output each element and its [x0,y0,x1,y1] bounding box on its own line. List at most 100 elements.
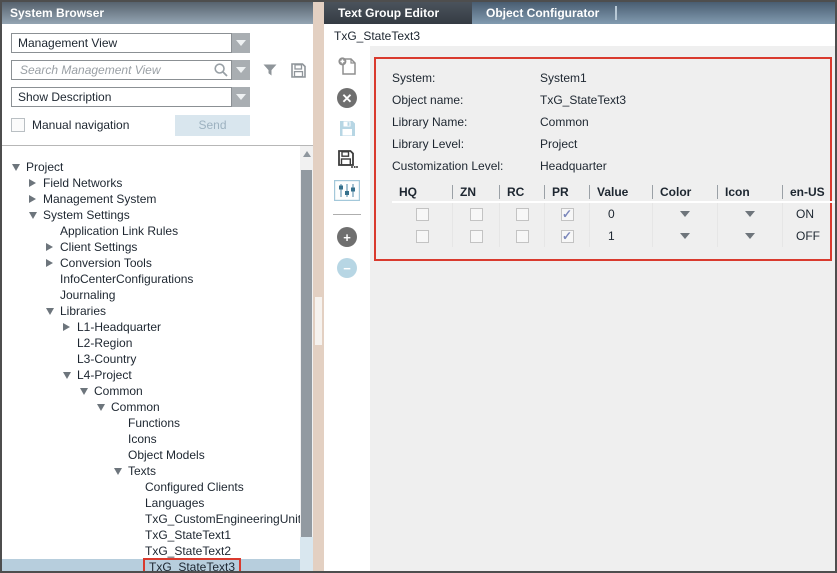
filter-icon[interactable] [262,62,278,78]
tree-item[interactable]: L4-Project [2,367,300,383]
tree-item[interactable]: TxG_StateText2 [2,543,300,559]
tree-item[interactable]: Client Settings [2,239,300,255]
column-header: RC [499,185,544,199]
remove-row-button[interactable]: − [337,258,357,278]
hq-checkbox[interactable] [416,230,429,243]
tree-item[interactable]: Icons [2,431,300,447]
icon-dropdown[interactable] [717,225,782,247]
browser-controls: Management View [2,24,313,136]
tree-toggle[interactable] [12,164,26,171]
new-text-group-button[interactable] [337,56,358,77]
search-options-arrow-button[interactable] [232,60,250,80]
value-cell[interactable]: 0 [589,203,652,225]
text-en-us-cell[interactable]: OFF [782,225,837,247]
tree-item[interactable]: Libraries [2,303,300,319]
tree-item-label: Languages [145,496,204,510]
tree-item-label: Texts [128,464,156,478]
send-button[interactable]: Send [175,115,250,136]
color-dropdown[interactable] [652,225,717,247]
form-row: Object name:TxG_StateText3 [392,89,830,111]
chevron-down-icon [236,40,246,46]
tree-toggle[interactable] [63,323,77,331]
tree-item[interactable]: TxG_CustomEngineeringUnits [2,511,300,527]
tree-item[interactable]: Journaling [2,287,300,303]
search-input[interactable] [18,62,213,78]
description-selector-arrow-button[interactable] [232,87,250,107]
add-row-button[interactable]: + [337,227,357,247]
tree-toggle[interactable] [114,468,128,475]
icon-dropdown[interactable] [717,203,782,225]
tree-item[interactable]: Application Link Rules [2,223,300,239]
tree-item-label: Object Models [128,448,205,462]
table-body: ✓ 0 ON ✓ 1 OFF [392,203,837,247]
tree-toggle[interactable] [80,388,94,395]
save-search-icon[interactable] [290,62,307,79]
rc-checkbox[interactable] [516,230,529,243]
tab-text-group-editor[interactable]: Text Group Editor [324,2,472,24]
tab-object-configurator[interactable]: Object Configurator [472,2,613,24]
tree-item[interactable]: Texts [2,463,300,479]
tree-toggle[interactable] [46,259,60,267]
save-as-button[interactable] [337,149,358,169]
expand-arrow-icon [46,243,53,251]
scrollbar-thumb[interactable] [301,170,312,542]
tree-toggle[interactable] [97,404,111,411]
tree-item[interactable]: Management System [2,191,300,207]
panel-splitter[interactable] [313,2,324,571]
collapse-arrow-icon [12,164,20,171]
scrollbar-track-end[interactable] [300,537,313,571]
tree-item[interactable]: Configured Clients [2,479,300,495]
form-field-value: Common [540,115,589,129]
view-selector-arrow-button[interactable] [232,33,250,53]
tree-scrollbar[interactable] [300,146,313,571]
hq-checkbox[interactable] [416,208,429,221]
tree-toggle[interactable] [29,179,43,187]
editor-panel: Text Group Editor Object Configurator Tx… [324,2,835,571]
rc-checkbox[interactable] [516,208,529,221]
tree-item[interactable]: InfoCenterConfigurations [2,271,300,287]
text-en-us-cell[interactable]: ON [782,203,837,225]
zn-checkbox[interactable] [470,208,483,221]
tree-item-label: Common [94,384,143,398]
color-dropdown[interactable] [652,203,717,225]
tree-item[interactable]: Project [2,159,300,175]
description-selector[interactable]: Show Description [11,87,232,107]
tree-item-label: Conversion Tools [60,256,152,270]
pr-checkbox[interactable]: ✓ [561,208,574,221]
tree-toggle[interactable] [29,195,43,203]
delete-button[interactable]: ✕ [337,88,357,108]
value-cell[interactable]: 1 [589,225,652,247]
tree-item[interactable]: Common [2,399,300,415]
tree-item[interactable]: L1-Headquarter [2,319,300,335]
tree-item-label: Libraries [60,304,106,318]
save-as-icon [337,149,358,169]
tree-item[interactable]: Field Networks [2,175,300,191]
expand-arrow-icon [29,195,36,203]
splitter-handle-icon [315,297,322,345]
save-button[interactable] [338,119,357,138]
tree-toggle[interactable] [29,212,43,219]
tree-item[interactable]: Common [2,383,300,399]
tree-item[interactable]: Conversion Tools [2,255,300,271]
tree-item[interactable]: L2-Region [2,335,300,351]
tree-item[interactable]: Languages [2,495,300,511]
tree-toggle[interactable] [46,308,60,315]
tree-item[interactable]: System Settings [2,207,300,223]
tree-item[interactable]: TxG_StateText3 [2,559,300,571]
tree-toggle[interactable] [63,372,77,379]
search-icon [213,62,229,78]
pr-checkbox[interactable]: ✓ [561,230,574,243]
manual-navigation-checkbox[interactable] [11,118,25,132]
scroll-up-button[interactable] [300,146,313,161]
view-selector[interactable]: Management View [11,33,232,53]
form-field-label: System: [392,71,540,85]
table-header: HQZNRCPRValueColorIconen-US [392,183,837,203]
tree-item[interactable]: TxG_StateText1 [2,527,300,543]
tree-item-label: TxG_StateText1 [145,528,231,542]
tree-item[interactable]: Functions [2,415,300,431]
tree-toggle[interactable] [46,243,60,251]
tree-item[interactable]: L3-Country [2,351,300,367]
filter-columns-button[interactable] [334,180,360,201]
zn-checkbox[interactable] [470,230,483,243]
tree-item[interactable]: Object Models [2,447,300,463]
